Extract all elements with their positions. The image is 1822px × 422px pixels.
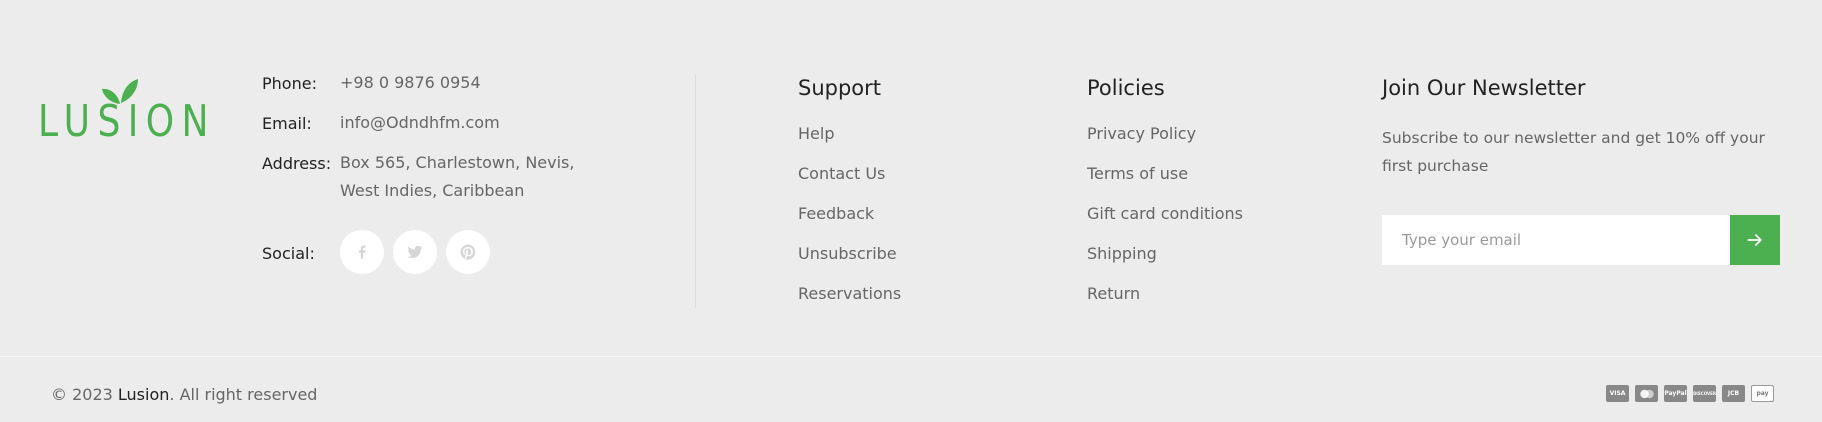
support-link-reservations[interactable]: Reservations bbox=[798, 284, 901, 324]
newsletter: Join Our Newsletter Subscribe to our new… bbox=[1382, 74, 1782, 265]
copyright-suffix: . All right reserved bbox=[169, 385, 318, 404]
payment-methods: VISA PayPal DISCOVER JCB pay bbox=[1606, 385, 1774, 402]
paypal-icon: PayPal bbox=[1664, 385, 1687, 402]
policies-links: Privacy Policy Terms of use Gift card co… bbox=[1087, 124, 1243, 324]
support-link-help[interactable]: Help bbox=[798, 124, 901, 164]
facebook-button[interactable] bbox=[340, 230, 384, 274]
pinterest-icon bbox=[460, 244, 476, 260]
phone-value[interactable]: +98 0 9876 0954 bbox=[340, 69, 481, 97]
address-line-1: Box 565, Charlestown, Nevis, bbox=[340, 153, 575, 172]
policies-link-terms[interactable]: Terms of use bbox=[1087, 164, 1243, 204]
social-buttons bbox=[340, 230, 490, 274]
social-label: Social: bbox=[262, 244, 315, 263]
policies-link-return[interactable]: Return bbox=[1087, 284, 1243, 324]
policies-link-shipping[interactable]: Shipping bbox=[1087, 244, 1243, 284]
support-link-feedback[interactable]: Feedback bbox=[798, 204, 901, 244]
mastercard-circles bbox=[1639, 389, 1654, 398]
address-label: Address: bbox=[262, 154, 332, 173]
twitter-button[interactable] bbox=[393, 230, 437, 274]
logo-text: LUSION bbox=[38, 96, 216, 147]
copyright: © 2023 Lusion. All right reserved bbox=[51, 385, 317, 404]
newsletter-submit-button[interactable] bbox=[1730, 215, 1780, 265]
brand-logo[interactable]: LUSION bbox=[38, 76, 209, 144]
arrow-right-icon bbox=[1747, 234, 1762, 246]
visa-icon: VISA bbox=[1606, 385, 1629, 402]
email-label: Email: bbox=[262, 114, 312, 133]
facebook-icon bbox=[358, 245, 366, 259]
footer-main: LUSION Phone: +98 0 9876 0954 Email: inf… bbox=[0, 0, 1822, 356]
mastercard-icon bbox=[1635, 385, 1658, 402]
discover-icon: DISCOVER bbox=[1693, 385, 1716, 402]
newsletter-form bbox=[1382, 215, 1780, 265]
support-title: Support bbox=[798, 76, 882, 100]
newsletter-title: Join Our Newsletter bbox=[1382, 76, 1586, 100]
jcb-icon: JCB bbox=[1722, 385, 1745, 402]
twitter-icon bbox=[407, 245, 423, 259]
amazon-pay-icon: pay bbox=[1751, 385, 1774, 402]
policies-column: Policies Privacy Policy Terms of use Gif… bbox=[1087, 74, 1243, 324]
newsletter-description: Subscribe to our newsletter and get 10% … bbox=[1382, 129, 1765, 175]
support-link-unsubscribe[interactable]: Unsubscribe bbox=[798, 244, 901, 284]
policies-link-privacy[interactable]: Privacy Policy bbox=[1087, 124, 1243, 164]
support-link-contact-us[interactable]: Contact Us bbox=[798, 164, 901, 204]
email-value[interactable]: info@Odndhfm.com bbox=[340, 109, 500, 137]
support-column: Support Help Contact Us Feedback Unsubsc… bbox=[798, 74, 901, 324]
support-links: Help Contact Us Feedback Unsubscribe Res… bbox=[798, 124, 901, 324]
newsletter-email-input[interactable] bbox=[1382, 215, 1730, 265]
vertical-divider bbox=[695, 74, 696, 308]
pinterest-button[interactable] bbox=[446, 230, 490, 274]
address-line-2: West Indies, Caribbean bbox=[340, 181, 525, 200]
phone-label: Phone: bbox=[262, 74, 317, 93]
copyright-prefix: © 2023 bbox=[51, 385, 113, 404]
bottom-bar: © 2023 Lusion. All right reserved VISA P… bbox=[0, 357, 1822, 422]
policies-link-gift-card[interactable]: Gift card conditions bbox=[1087, 204, 1243, 244]
copyright-brand[interactable]: Lusion bbox=[118, 385, 169, 404]
policies-title: Policies bbox=[1087, 76, 1165, 100]
